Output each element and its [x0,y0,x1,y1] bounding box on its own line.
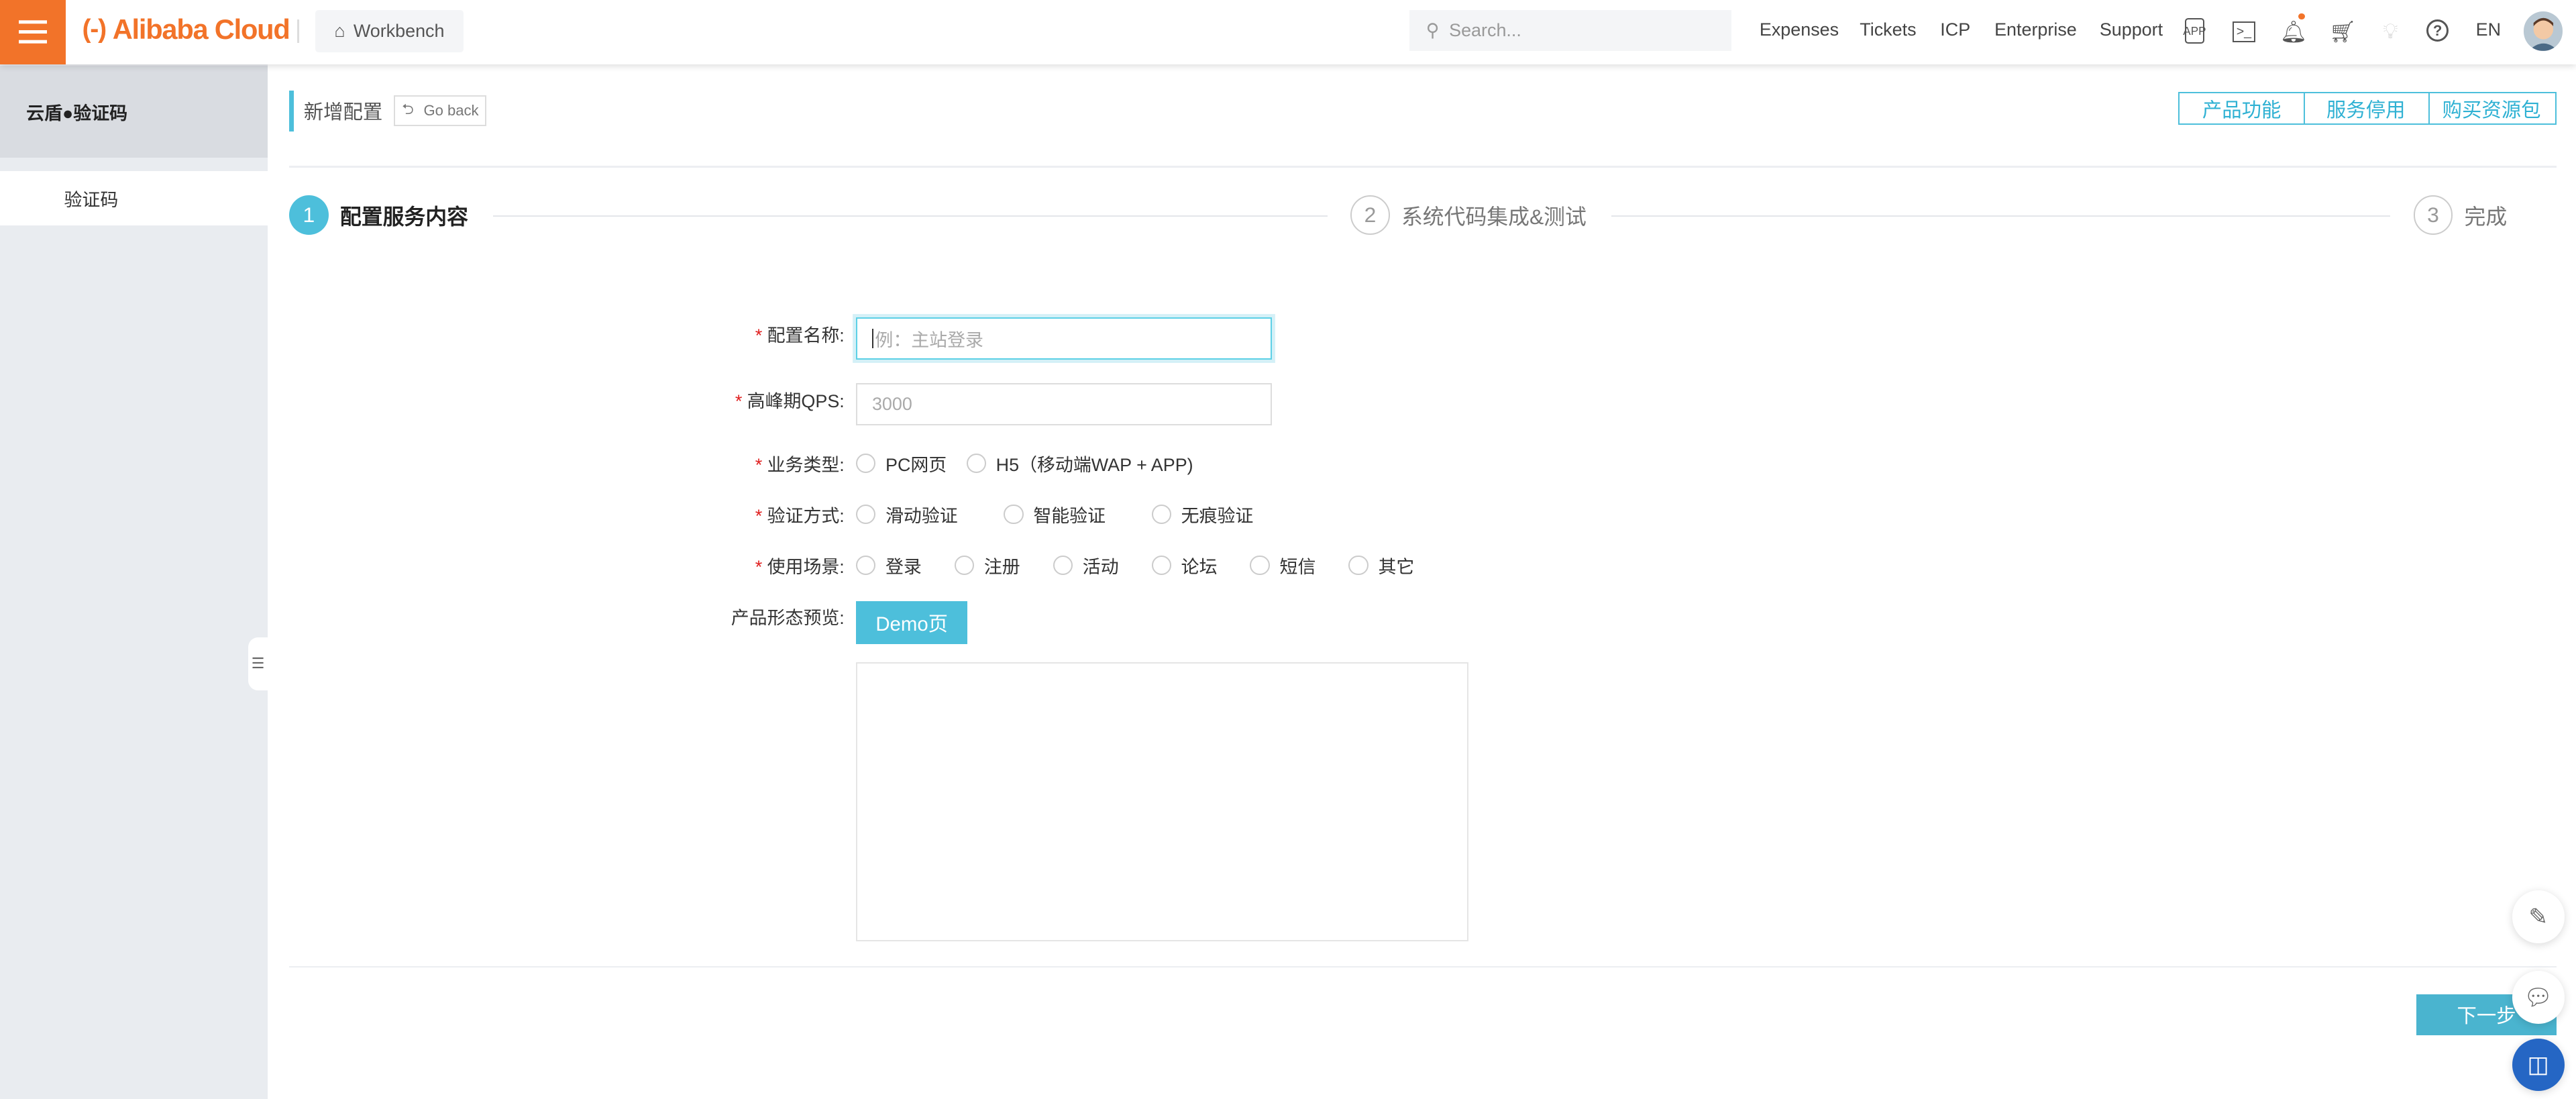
preview-frame [855,662,1469,942]
page-title: 新增配置 [303,101,383,124]
apps-button[interactable]: ◫ [2512,1038,2565,1092]
radio-invisible[interactable] [1151,504,1171,525]
step-number: 3 [2413,195,2453,235]
step-1: 1 配置服务内容 [289,195,468,235]
radio-pc[interactable] [855,453,876,474]
go-back-button[interactable]: ⮌ Go back [394,95,487,127]
buy-package-button[interactable]: 购买资源包 [2428,92,2557,125]
logo-mark-icon: (-) [82,14,107,44]
option-label[interactable]: 无痕验证 [1181,501,1254,527]
verify-method-label: * 验证方式: [755,505,845,526]
edit-feedback-button[interactable]: ✎ [2512,890,2565,943]
page-header: 新增配置 ⮌ Go back [289,90,487,132]
search-icon: ⚲ [1426,19,1440,40]
search-placeholder: Search... [1449,19,1521,40]
business-type-group: PC网页 H5（移动端WAP + APP) [855,450,1193,476]
step-connector [492,215,1328,217]
nav-support[interactable]: Support [2100,19,2163,40]
scene-label: * 使用场景: [755,556,845,577]
avatar[interactable] [2523,11,2563,51]
step-3: 3 完成 [2413,195,2508,235]
step-number: 2 [1350,195,1390,235]
help-icon[interactable]: ? [2426,19,2449,42]
logo-text: Alibaba Cloud [112,13,290,45]
workbench-label: Workbench [353,21,445,42]
workbench-button[interactable]: ⌂ Workbench [315,9,464,53]
home-icon: ⌂ [334,21,345,42]
preview-label: 产品形态预览: [731,607,845,628]
nav-tickets[interactable]: Tickets [1860,19,1916,40]
lightbulb-icon[interactable]: 💡︎ [2377,18,2404,44]
logo[interactable]: (-) Alibaba Cloud [82,13,290,46]
config-name-placeholder: 例：主站登录 [875,329,983,350]
radio-other[interactable] [1348,555,1368,576]
nav-expenses[interactable]: Expenses [1760,19,1839,40]
verify-method-group: 滑动验证 智能验证 无痕验证 [855,501,1254,527]
qps-label: * 高峰期QPS: [735,390,845,411]
cart-icon[interactable]: 🛒︎ [2329,18,2356,44]
menu-button[interactable] [0,0,66,64]
qps-placeholder: 3000 [871,393,912,414]
search-input[interactable]: ⚲ Search... [1409,9,1732,51]
qps-input[interactable]: 3000 [855,382,1272,426]
nav-icp[interactable]: ICP [1940,19,1970,40]
radio-sms[interactable] [1250,555,1270,576]
collapse-sidebar-icon[interactable]: ☰ [248,637,268,690]
radio-login[interactable] [855,555,876,576]
option-label[interactable]: 智能验证 [1033,501,1106,527]
config-name-input[interactable]: 例：主站登录 [855,317,1272,360]
option-label[interactable]: 其它 [1378,552,1414,578]
disable-service-button[interactable]: 服务停用 [2303,92,2430,125]
scene-group: 登录 注册 活动 论坛 短信 其它 [855,552,1414,578]
bell-icon[interactable]: 🔔︎ [2280,13,2307,44]
go-back-label: Go back [423,102,479,119]
divider [297,19,299,43]
pencil-icon: ✎ [2528,904,2548,930]
divider [289,966,2557,968]
language-switch[interactable]: EN [2476,19,2501,40]
radio-smart[interactable] [1004,504,1024,525]
option-label[interactable]: H5（移动端WAP + APP) [996,450,1193,476]
option-label[interactable]: 论坛 [1181,552,1218,578]
option-label[interactable]: 活动 [1083,552,1119,578]
option-label[interactable]: 滑动验证 [885,501,958,527]
radio-activity[interactable] [1053,555,1073,576]
sidebar-title: 云盾●验证码 [0,65,268,158]
option-label[interactable]: 登录 [885,552,922,578]
radio-h5[interactable] [966,453,986,474]
radio-slide[interactable] [855,504,876,525]
hamburger-icon [19,30,47,34]
top-bar: (-) Alibaba Cloud ⌂ Workbench ⚲ Search... E… [0,0,2576,64]
config-name-label: * 配置名称: [755,325,845,346]
product-features-button[interactable]: 产品功能 [2178,92,2305,125]
demo-page-button[interactable]: Demo页 [855,601,968,644]
option-label[interactable]: 短信 [1280,552,1316,578]
step-label: 配置服务内容 [339,204,468,229]
step-label: 完成 [2464,204,2508,229]
step-number: 1 [289,195,329,235]
terminal-icon[interactable]: >_ [2233,21,2255,42]
apps-icon: ◫ [2527,1051,2549,1078]
radio-register[interactable] [954,555,975,576]
back-icon: ⮌ [402,101,414,118]
divider [289,166,2557,168]
option-label[interactable]: 注册 [984,552,1020,578]
step-label: 系统代码集成&测试 [1401,204,1587,229]
business-type-label: * 业务类型: [755,455,845,476]
option-label[interactable]: PC网页 [885,450,947,476]
sidebar-item-captcha[interactable]: 验证码 [0,170,268,225]
radio-forum[interactable] [1151,555,1171,576]
app-icon[interactable]: APP [2183,17,2206,44]
step-connector [1611,215,2391,217]
chat-button[interactable]: 💬︎ [2512,971,2565,1024]
chat-icon: 💬︎ [2523,984,2553,1010]
nav-enterprise[interactable]: Enterprise [1994,19,2077,40]
step-2: 2 系统代码集成&测试 [1350,195,1587,235]
